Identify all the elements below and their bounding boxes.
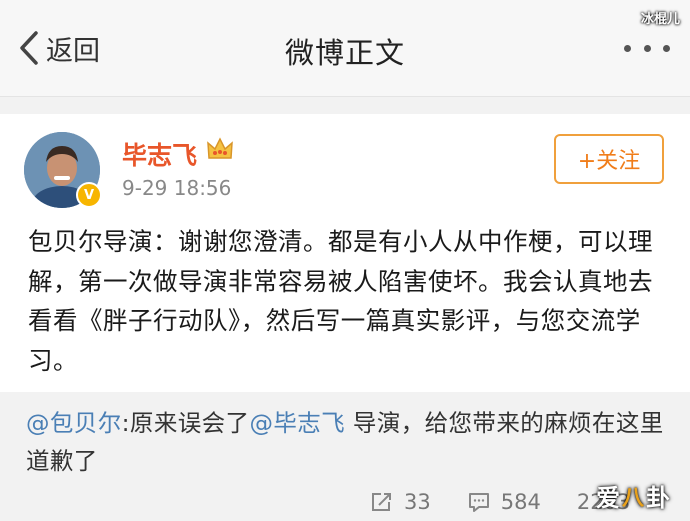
repost-count: 33 bbox=[404, 490, 431, 514]
page-title: 微博正文 bbox=[284, 36, 405, 70]
watermark-logo: 爱 八 卦 bbox=[596, 478, 670, 513]
repost-box[interactable]: @包贝尔:原来误会了@毕志飞 导演，给您带来的麻烦在这里道歉了 33 584 2… bbox=[0, 392, 690, 521]
comment-button[interactable]: 584 bbox=[467, 490, 541, 514]
verified-icon: V bbox=[76, 182, 102, 208]
more-button[interactable] bbox=[624, 36, 670, 60]
separator bbox=[0, 97, 690, 114]
repost-button[interactable]: 33 bbox=[370, 490, 431, 514]
comment-icon bbox=[468, 493, 489, 512]
comment-count: 584 bbox=[500, 490, 541, 514]
post-timestamp: 9-29 18:56 bbox=[122, 176, 232, 200]
watermark-part: 八 bbox=[621, 485, 644, 511]
mention-link[interactable]: @包贝尔 bbox=[26, 409, 122, 437]
post-card: V 毕志飞 9-29 18:56 +关注 包贝尔导演：谢谢您澄清。都是有小人从中… bbox=[0, 114, 690, 392]
more-dots-icon bbox=[624, 44, 631, 52]
mention-link[interactable]: @毕志飞 bbox=[249, 409, 345, 437]
repost-icon bbox=[372, 493, 391, 511]
watermark-top: 冰棍儿 bbox=[640, 12, 680, 27]
repost-text-part: :原来误会了 bbox=[121, 409, 250, 437]
crown-icon bbox=[207, 137, 233, 159]
follow-button[interactable]: +关注 bbox=[554, 134, 664, 184]
watermark-part: 卦 bbox=[646, 484, 670, 512]
navbar: 返回 微博正文 冰棍儿 bbox=[0, 0, 690, 97]
author-name[interactable]: 毕志飞 bbox=[122, 136, 197, 172]
watermark-part: 爱 bbox=[595, 484, 620, 512]
post-body: 包贝尔导演：谢谢您澄清。都是有小人从中作梗，可以理解，第一次做导演非常容易被人陷… bbox=[28, 227, 653, 375]
repost-text: @包贝尔:原来误会了@毕志飞 导演，给您带来的麻烦在这里道歉了 bbox=[26, 404, 666, 480]
